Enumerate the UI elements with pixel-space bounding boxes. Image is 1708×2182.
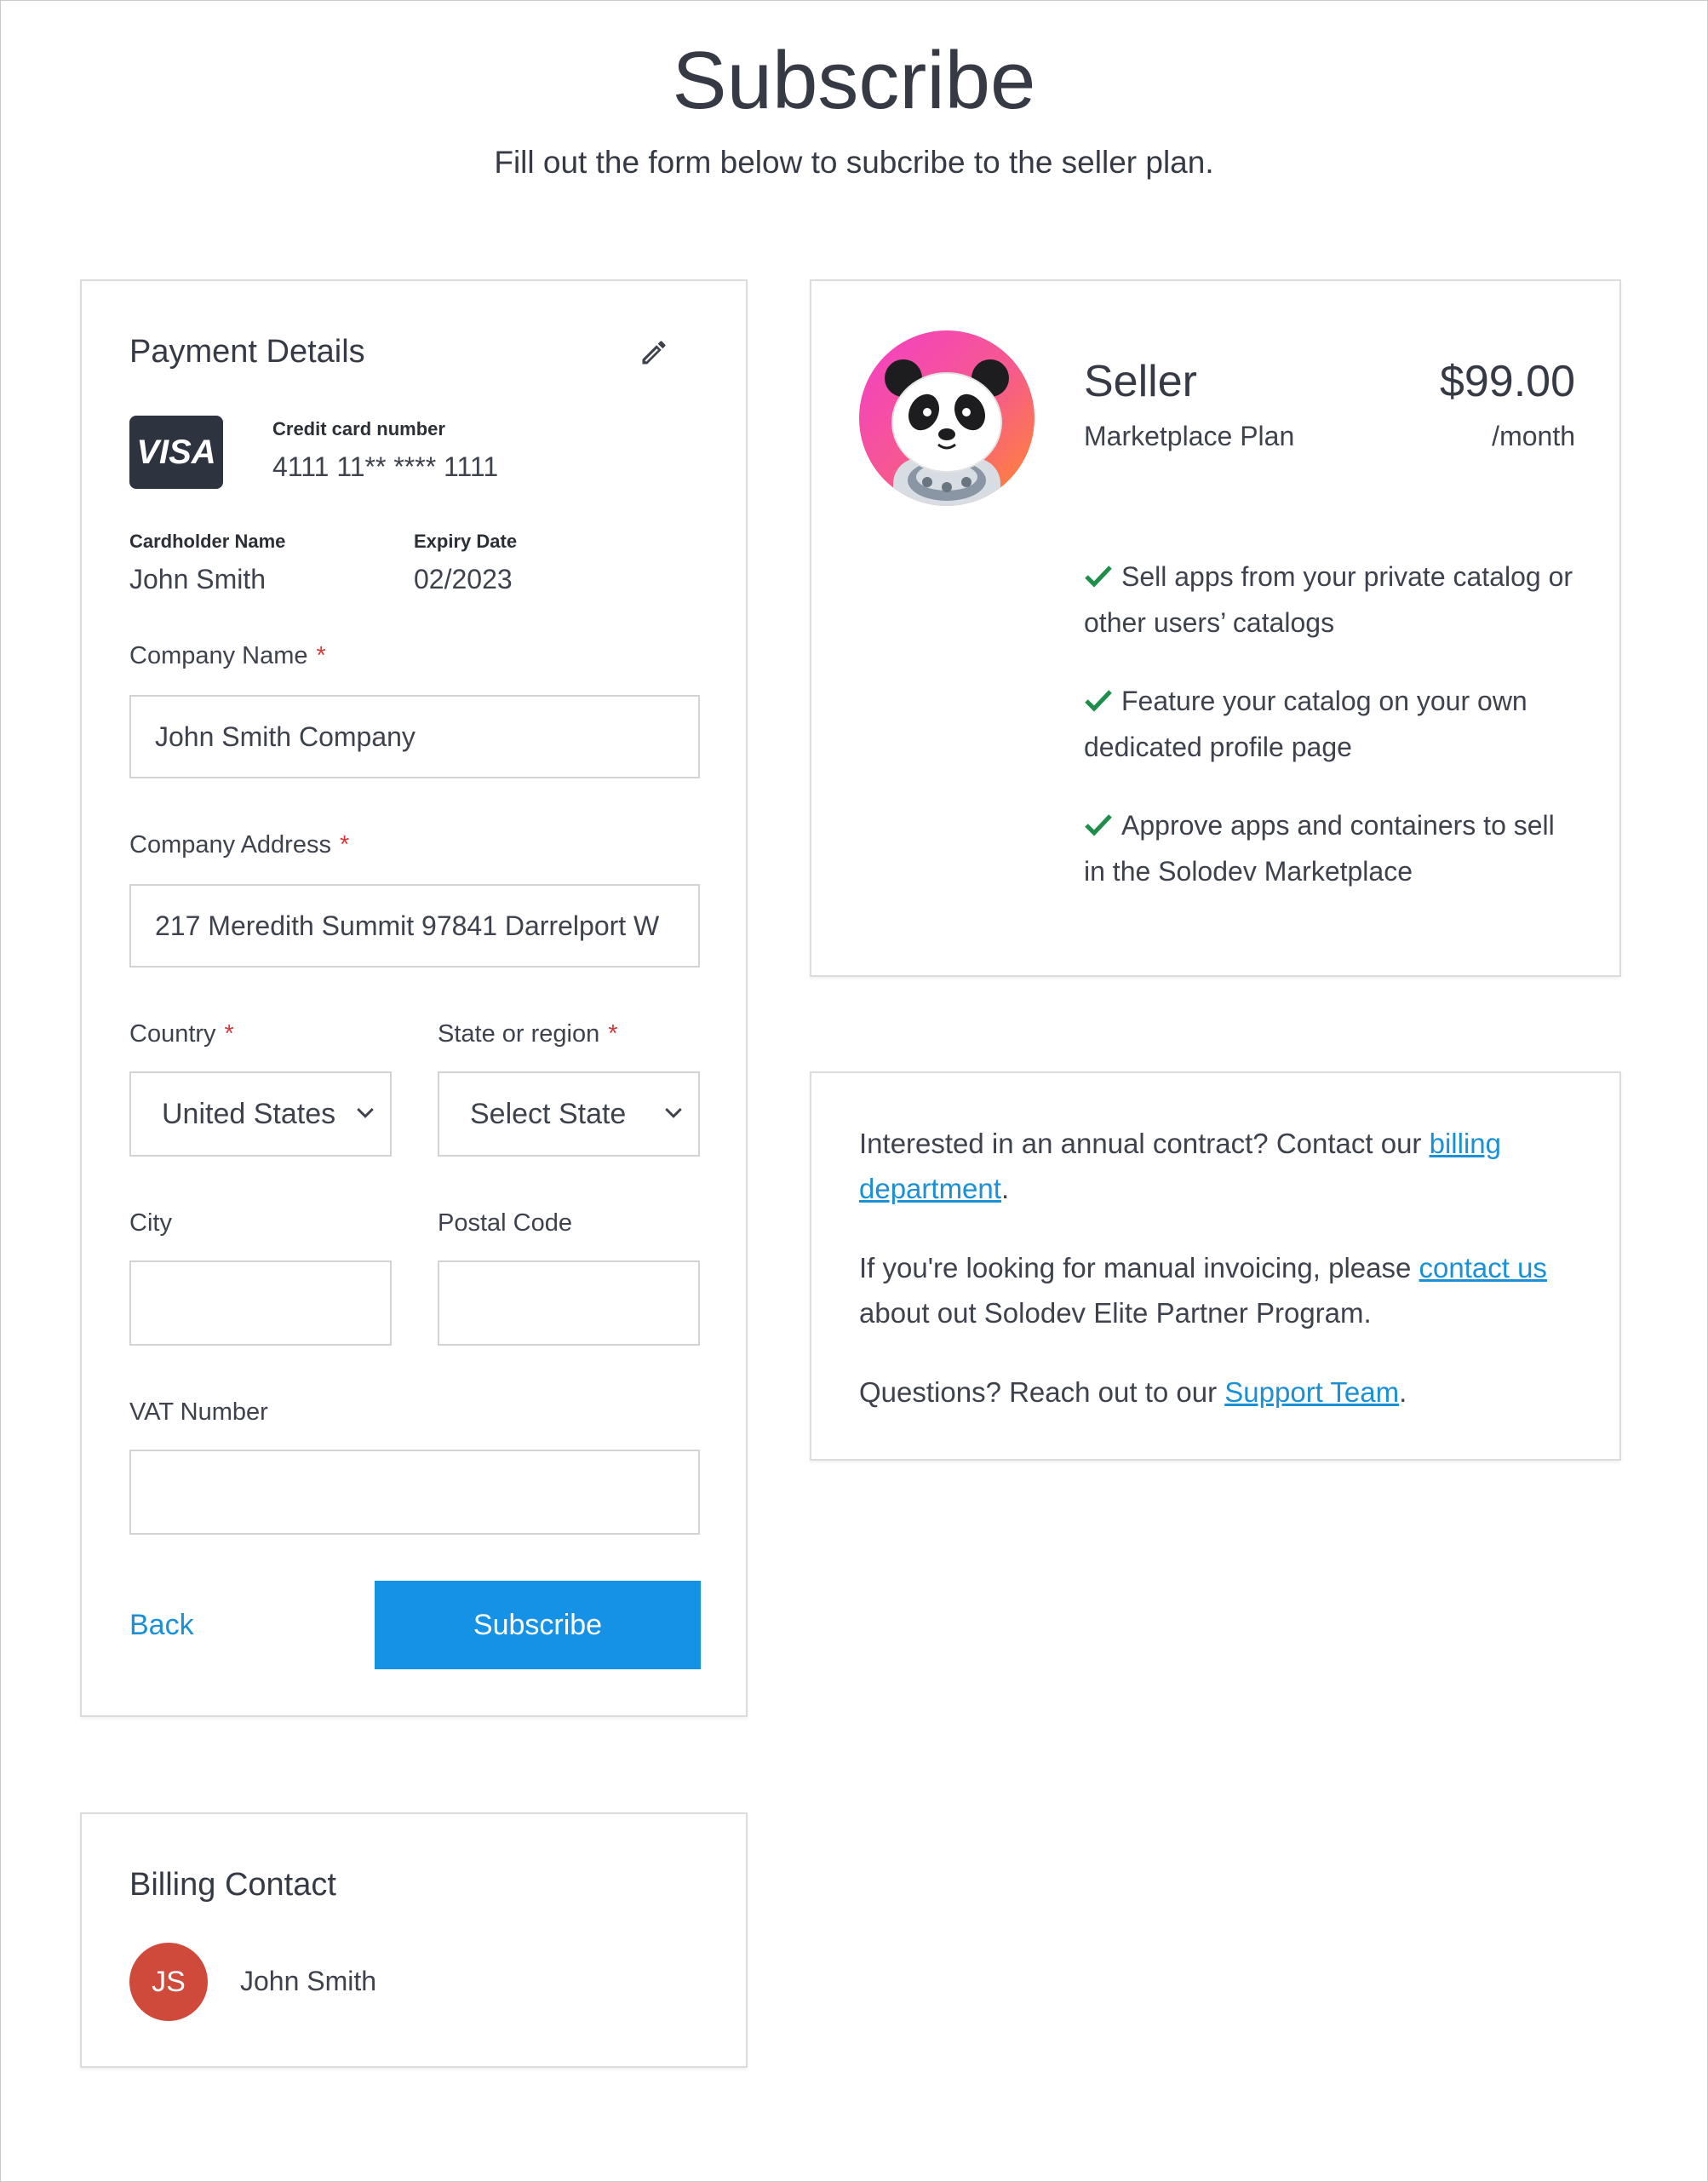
expiry-value: 02/2023 xyxy=(414,564,513,594)
card-number-label: Credit card number xyxy=(272,418,445,439)
annual-contract-text: Interested in an annual contract? Contac… xyxy=(859,1128,1501,1204)
expiry-label: Expiry Date xyxy=(414,531,518,552)
back-link[interactable]: Back xyxy=(129,1608,194,1642)
check-icon xyxy=(1085,814,1112,836)
contact-us-link[interactable]: contact us xyxy=(1419,1252,1547,1283)
billing-contact-name: John Smith xyxy=(240,1966,377,1996)
company-name-label: Company Name * xyxy=(129,642,326,669)
subscribe-button[interactable]: Subscribe xyxy=(375,1581,701,1669)
check-icon xyxy=(1085,566,1112,588)
company-address-label: Company Address * xyxy=(129,831,350,858)
cardholder-value: John Smith xyxy=(129,564,267,594)
required-marker: * xyxy=(608,1020,618,1048)
postal-code-label: Postal Code xyxy=(438,1209,572,1237)
chevron-down-icon xyxy=(665,1107,682,1118)
plan-subtitle: Marketplace Plan xyxy=(1084,421,1295,451)
company-name-input[interactable] xyxy=(129,695,700,778)
chevron-down-icon xyxy=(357,1107,374,1118)
manual-invoicing-text: If you're looking for manual invoicing, … xyxy=(859,1252,1547,1329)
country-label: Country * xyxy=(129,1020,234,1048)
plan-price: $99.00 xyxy=(1439,357,1575,406)
plan-name: Seller xyxy=(1084,357,1197,406)
postal-code-input[interactable] xyxy=(438,1260,700,1346)
avatar: JS xyxy=(129,1943,208,2021)
plan-feature-3: Approve apps and containers to sell in t… xyxy=(1084,810,1555,887)
vat-number-input[interactable] xyxy=(129,1450,700,1535)
city-input[interactable] xyxy=(129,1260,392,1346)
city-label: City xyxy=(129,1209,172,1237)
required-marker: * xyxy=(316,642,326,669)
avatar-initials: JS xyxy=(152,1965,186,1998)
payment-details-card: Payment Details VISA Credit card number … xyxy=(80,279,748,1717)
visa-card-logo: VISA xyxy=(129,416,223,489)
country-select-value: United States xyxy=(162,1097,336,1130)
page-title: Subscribe xyxy=(672,35,1036,126)
payment-details-heading: Payment Details xyxy=(129,334,365,370)
state-label: State or region * xyxy=(438,1020,618,1048)
state-select[interactable]: Select State xyxy=(438,1071,700,1157)
panda-avatar-image xyxy=(859,330,1035,506)
state-select-value: Select State xyxy=(470,1097,627,1130)
cardholder-label: Cardholder Name xyxy=(129,531,286,552)
billing-contact-card: Billing Contact JS John Smith xyxy=(80,1812,748,2068)
pencil-icon[interactable] xyxy=(639,337,669,368)
card-number-value: 4111 11** **** 1111 xyxy=(272,451,499,482)
required-marker: * xyxy=(224,1020,234,1048)
company-address-input[interactable] xyxy=(129,884,700,968)
plan-card: Seller Marketplace Plan $99.00 /month Se… xyxy=(810,279,1621,977)
contract-info-card: Interested in an annual contract? Contac… xyxy=(810,1071,1621,1461)
page-subtitle: Fill out the form below to subcribe to t… xyxy=(494,145,1214,180)
questions-text: Questions? Reach out to our Support Team… xyxy=(859,1376,1407,1408)
plan-feature-1: Sell apps from your private catalog or o… xyxy=(1084,561,1573,638)
support-team-link[interactable]: Support Team xyxy=(1224,1376,1399,1408)
country-select[interactable]: United States xyxy=(129,1071,392,1157)
plan-period: /month xyxy=(1492,421,1575,451)
check-icon xyxy=(1085,690,1112,712)
vat-number-label: VAT Number xyxy=(129,1398,268,1426)
required-marker: * xyxy=(339,831,350,858)
plan-feature-2: Feature your catalog on your own dedicat… xyxy=(1084,686,1527,762)
billing-contact-heading: Billing Contact xyxy=(129,1867,336,1903)
